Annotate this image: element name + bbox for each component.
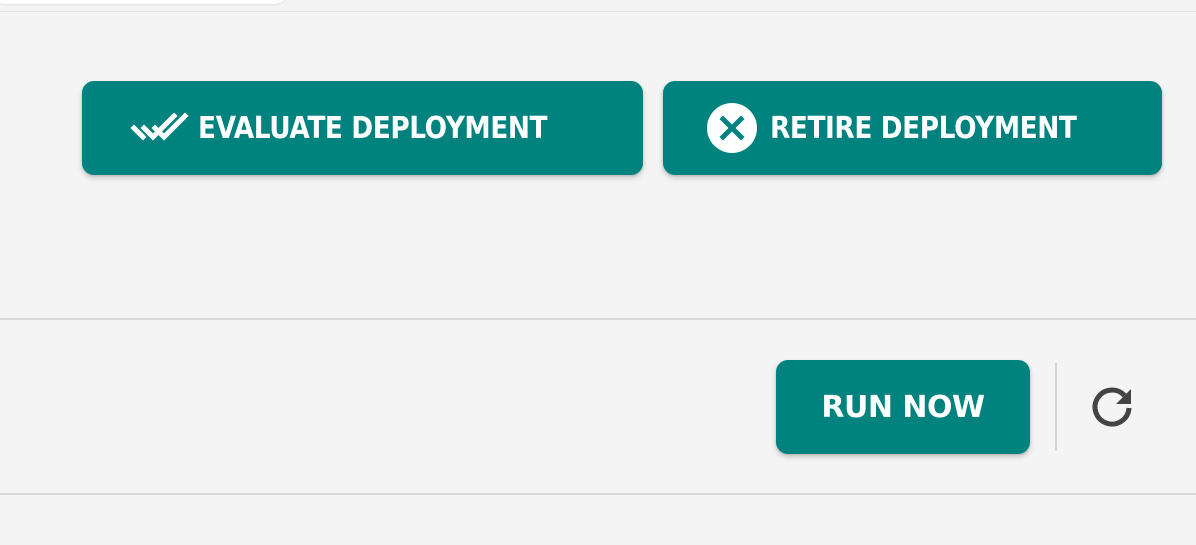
retire-deployment-button[interactable]: RETIRE DEPLOYMENT [663, 81, 1162, 175]
double-check-icon [130, 108, 190, 148]
close-circle-icon [706, 102, 758, 154]
run-now-button[interactable]: RUN NOW [776, 360, 1030, 454]
refresh-button[interactable] [1086, 382, 1138, 434]
evaluate-deployment-button[interactable]: EVALUATE DEPLOYMENT [82, 81, 643, 175]
section-divider-bottom [0, 493, 1196, 495]
toolbar-separator [1055, 363, 1057, 451]
page: EVALUATE DEPLOYMENT RETIRE DEPLOYMENT RU… [0, 0, 1196, 545]
refresh-icon [1088, 384, 1136, 432]
top-card-edge [0, 0, 290, 4]
run-now-label: RUN NOW [821, 389, 985, 425]
section-divider [0, 318, 1196, 320]
evaluate-deployment-label: EVALUATE DEPLOYMENT [198, 110, 548, 146]
top-strip [0, 0, 1196, 12]
retire-deployment-label: RETIRE DEPLOYMENT [770, 110, 1077, 146]
